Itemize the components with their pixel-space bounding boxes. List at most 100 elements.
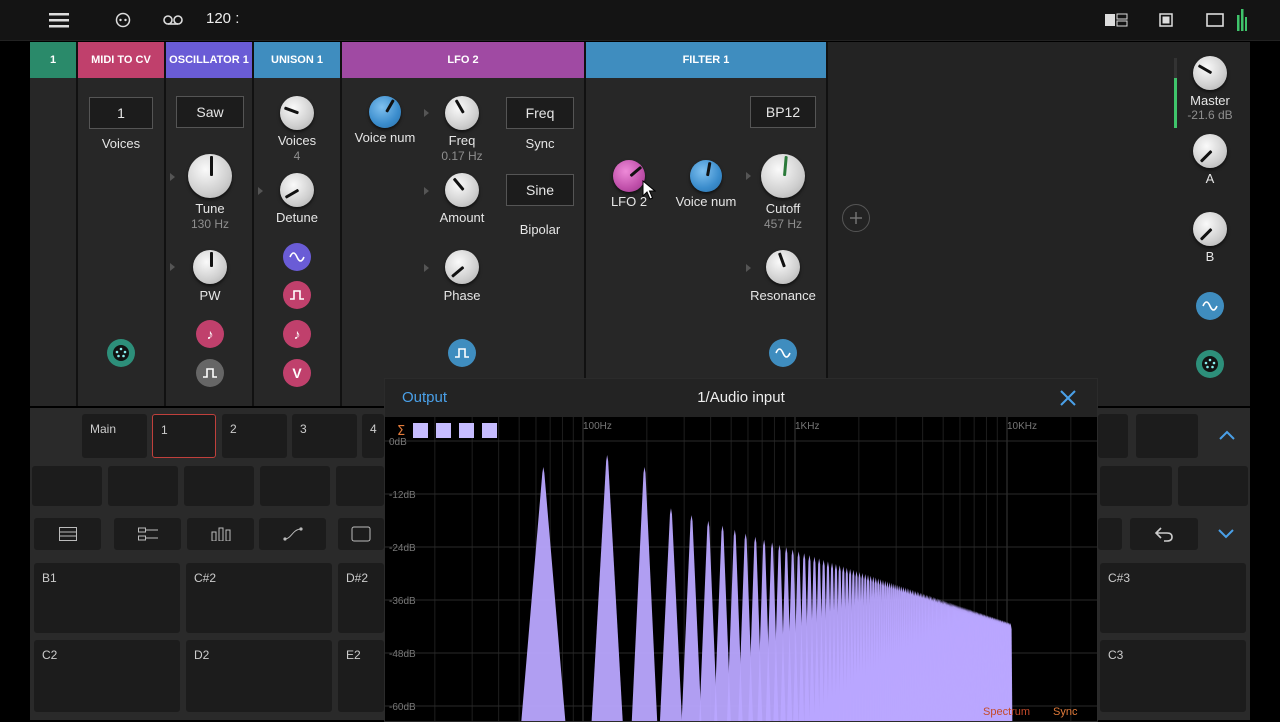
layout-icon[interactable]: [1104, 8, 1128, 32]
unison-voices-knob[interactable]: [280, 96, 314, 130]
freq-mode-select[interactable]: Freq: [506, 97, 574, 129]
sine-port-icon[interactable]: [769, 339, 797, 367]
voice-num-label: Voice num: [354, 130, 416, 145]
detune-knob[interactable]: [280, 173, 314, 207]
module-title[interactable]: UNISON 1: [254, 42, 340, 78]
scene-label: 2: [230, 422, 237, 436]
filter-type-select[interactable]: BP12: [750, 96, 816, 128]
tool-slot[interactable]: [1098, 518, 1122, 550]
single-view-icon[interactable]: [1158, 8, 1174, 32]
pad-slot[interactable]: [1178, 466, 1248, 506]
gate-port-icon[interactable]: [283, 281, 311, 309]
spectrum-peak: [659, 508, 682, 721]
master-volume-knob[interactable]: [1193, 56, 1227, 90]
midi-port-icon[interactable]: [107, 339, 135, 367]
track-column: 1: [30, 42, 78, 406]
module-title[interactable]: FILTER 1: [586, 42, 826, 78]
scene-2[interactable]: 2: [222, 414, 287, 458]
square-port-icon[interactable]: [448, 339, 476, 367]
mod-arrow-icon: [258, 187, 263, 195]
close-icon[interactable]: [1059, 389, 1077, 412]
sine-port-icon[interactable]: [1196, 292, 1224, 320]
cassette-icon[interactable]: [162, 8, 184, 32]
freq-knob[interactable]: [445, 96, 479, 130]
pad[interactable]: B1: [34, 563, 180, 633]
pad-slot[interactable]: [260, 466, 330, 506]
tune-knob[interactable]: [188, 154, 232, 198]
track-tab[interactable]: 1: [30, 42, 76, 78]
pad-slot[interactable]: [1100, 466, 1172, 506]
chevron-down-icon[interactable]: [1216, 527, 1236, 546]
bars-view-button[interactable]: [187, 518, 254, 550]
note-port-icon[interactable]: ♪: [283, 320, 311, 348]
detune-label: Detune: [276, 210, 318, 225]
pad[interactable]: E2: [338, 640, 384, 712]
amount-knob[interactable]: [445, 173, 479, 207]
gate-port-icon[interactable]: [196, 359, 224, 387]
undo-button[interactable]: [1130, 518, 1198, 550]
scene-3[interactable]: 3: [292, 414, 357, 458]
scene-main[interactable]: Main: [82, 414, 147, 458]
window-icon[interactable]: [1206, 8, 1224, 32]
freq-label-1khz: 1KHz: [795, 421, 819, 432]
scene-4[interactable]: 4: [362, 414, 384, 458]
rect-view-button[interactable]: [338, 518, 384, 550]
shape-select[interactable]: Sine: [506, 174, 574, 206]
audio-out-port-icon[interactable]: [1196, 350, 1224, 378]
bipolar-label[interactable]: Bipolar: [520, 222, 560, 237]
voice-num-knob[interactable]: [369, 96, 401, 128]
channel-toggle[interactable]: [413, 423, 428, 438]
b-knob[interactable]: [1193, 212, 1227, 246]
channel-toggle[interactable]: [459, 423, 474, 438]
module-title[interactable]: MIDI TO CV: [78, 42, 164, 78]
waveform-select[interactable]: Saw: [176, 96, 244, 128]
sync-label[interactable]: Sync: [526, 136, 555, 151]
phase-knob[interactable]: [445, 250, 479, 284]
module-title[interactable]: LFO 2: [342, 42, 584, 78]
pw-knob[interactable]: [193, 250, 227, 284]
mod-arrow-icon: [170, 263, 175, 271]
pad-label: C2: [42, 648, 58, 662]
cutoff-knob[interactable]: [761, 154, 805, 198]
master-label: Master: [1190, 93, 1230, 108]
resonance-knob[interactable]: [766, 250, 800, 284]
tempo-display[interactable]: 120 :: [206, 10, 239, 27]
lfo-amount-knob[interactable]: [613, 160, 645, 192]
scene-slot[interactable]: [1098, 414, 1128, 458]
pad[interactable]: D#2: [338, 563, 384, 633]
list-view-button[interactable]: [34, 518, 101, 550]
velocity-port-icon[interactable]: V: [283, 359, 311, 387]
master-column: Master -21.6 dB A B: [1172, 42, 1250, 406]
link-icon[interactable]: [114, 8, 132, 32]
module-title[interactable]: OSCILLATOR 1: [166, 42, 252, 78]
pad[interactable]: C2: [34, 640, 180, 712]
sync-mode-label[interactable]: Sync: [1053, 706, 1078, 718]
add-module-icon[interactable]: [842, 204, 870, 232]
sliders-view-button[interactable]: [114, 518, 181, 550]
pad-slot[interactable]: [336, 466, 384, 506]
pad[interactable]: C#3: [1100, 563, 1246, 633]
curve-view-button[interactable]: [259, 518, 326, 550]
pad[interactable]: C3: [1100, 640, 1246, 712]
spectrum-mode-label[interactable]: Spectrum: [983, 706, 1030, 718]
menu-icon[interactable]: [48, 8, 70, 32]
sine-port-icon[interactable]: [283, 243, 311, 271]
scene-slot[interactable]: [1136, 414, 1198, 458]
a-knob[interactable]: [1193, 134, 1227, 168]
unison-module: UNISON 1 Voices 4 Detune ♪ V: [254, 42, 342, 406]
pad-slot[interactable]: [32, 466, 102, 506]
channel-toggle[interactable]: [482, 423, 497, 438]
voice-num-knob[interactable]: [690, 160, 722, 192]
voices-value[interactable]: 1: [89, 97, 153, 129]
db-label: -24dB: [389, 543, 416, 554]
sum-icon[interactable]: Σ: [397, 424, 405, 439]
note-port-icon[interactable]: ♪: [196, 320, 224, 348]
channel-toggle[interactable]: [436, 423, 451, 438]
chevron-up-icon[interactable]: [1217, 428, 1237, 447]
pad[interactable]: D2: [186, 640, 332, 712]
pad-slot[interactable]: [108, 466, 178, 506]
pad[interactable]: C#2: [186, 563, 332, 633]
scene-1[interactable]: 1: [152, 414, 216, 458]
pad-slot[interactable]: [184, 466, 254, 506]
analyzer-header: Output 1/Audio input: [385, 379, 1097, 417]
